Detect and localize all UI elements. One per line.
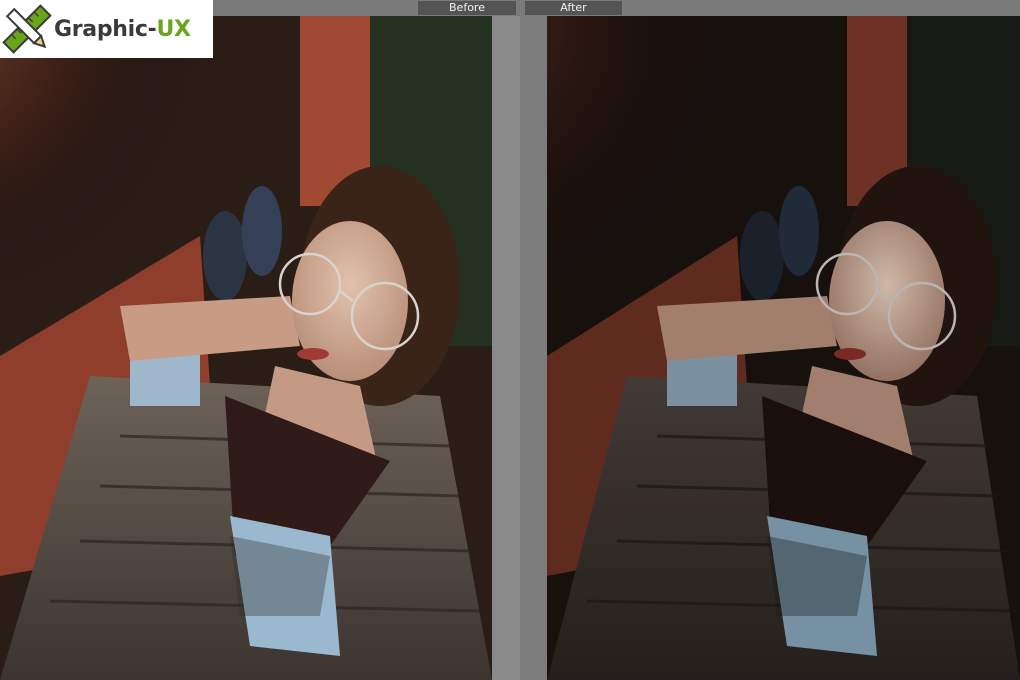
brand-name-main: Graphic- (54, 16, 157, 42)
split-divider-left (492, 16, 520, 680)
brand-logo: Graphic-UX (0, 0, 213, 58)
brand-name: Graphic-UX (54, 17, 191, 42)
after-label: After (525, 1, 622, 15)
split-divider-right (520, 16, 547, 680)
before-label: Before (418, 1, 516, 15)
after-photo-panel (547, 16, 1020, 680)
after-photo (547, 16, 1020, 680)
brand-name-accent: UX (156, 16, 191, 42)
before-photo (0, 16, 492, 680)
pencil-ruler-icon (2, 4, 52, 54)
before-photo-panel (0, 16, 492, 680)
